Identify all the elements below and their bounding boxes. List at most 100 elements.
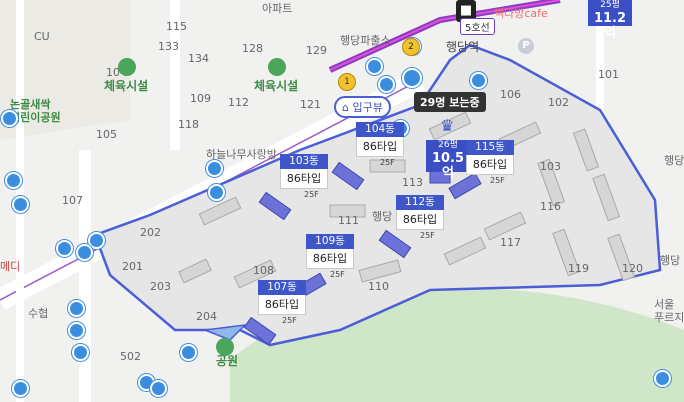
price-main-value: 10.5억: [431, 151, 465, 181]
label-suwon: 수협: [28, 307, 49, 320]
bus-stop-icon[interactable]: [68, 300, 85, 317]
map-canvas[interactable]: 아파트 CU 체육시설 체육시설 행당파출소 행당역 논골새싹 어린이공원 하늘…: [0, 0, 684, 402]
building-number: 201: [122, 260, 143, 273]
building-number: 111: [338, 214, 359, 227]
bus-stop-icon[interactable]: [12, 196, 29, 213]
label-community-center: 행당파출소: [340, 34, 391, 47]
map-base-layer: [0, 0, 684, 402]
price-main-pyeong: 26평: [438, 140, 458, 150]
building-number: 108: [253, 264, 274, 277]
label-station: 행당역: [446, 40, 480, 54]
home-icon: ⌂: [342, 101, 353, 114]
building-number: 204: [196, 310, 217, 323]
building-number: 110: [368, 280, 389, 293]
building-number: 112: [228, 96, 249, 109]
building-number: 117: [500, 236, 521, 249]
label-medical: 메디: [0, 260, 21, 273]
dong-label: 109동: [306, 234, 354, 249]
bus-stop-icon[interactable]: [654, 370, 671, 387]
bus-stop-icon[interactable]: [378, 76, 395, 93]
floor-label: 25F: [304, 190, 319, 199]
type-label: 86타입: [306, 249, 354, 269]
building-number: 119: [568, 262, 589, 275]
building-tag-107[interactable]: 107동 86타입 25F: [258, 280, 306, 325]
building-number: 133: [158, 40, 179, 53]
price-topright[interactable]: 25평 11.2억: [588, 0, 632, 41]
dong-label: 107동: [258, 280, 306, 295]
floor-label: 25F: [420, 231, 435, 240]
building-tag-112[interactable]: 112동 86타입 25F: [396, 195, 444, 240]
building-number: 109: [190, 92, 211, 105]
bus-station-marker-icon[interactable]: [402, 68, 422, 88]
building-number: 113: [402, 176, 423, 189]
building-number: 502: [120, 350, 141, 363]
building-number: 102: [548, 96, 569, 109]
park-icon: [216, 338, 234, 356]
building-tag-109[interactable]: 109동 86타입 25F: [306, 234, 354, 279]
exit-number-1[interactable]: 1: [338, 73, 356, 91]
building-tag-115[interactable]: 115동 86타입 25F: [466, 140, 514, 185]
building-number: 129: [306, 44, 327, 57]
viewers-count-badge: 29명 보는중: [414, 92, 486, 112]
building-number: 202: [140, 226, 161, 239]
floor-label: 25F: [282, 316, 297, 325]
bus-stop-icon[interactable]: [366, 58, 383, 75]
bus-stop-icon[interactable]: [5, 172, 22, 189]
building-number: 120: [622, 262, 643, 275]
label-haengdang-inner: 행당: [372, 210, 393, 223]
parking-icon[interactable]: P: [518, 38, 534, 54]
bus-stop-icon[interactable]: [208, 184, 225, 201]
bus-stop-icon[interactable]: [76, 244, 93, 261]
building-number: 115: [166, 20, 187, 33]
bus-stop-icon[interactable]: [72, 344, 89, 361]
bus-stop-icon[interactable]: [12, 380, 29, 397]
exit-number-2[interactable]: 2: [402, 38, 420, 56]
entry-view-label: 입구뷰: [352, 101, 383, 114]
bus-stop-icon[interactable]: [56, 240, 73, 257]
crown-icon: ♛: [440, 116, 455, 135]
type-label: 86타입: [396, 210, 444, 230]
building-number: 103: [540, 160, 561, 173]
label-cu: CU: [34, 30, 50, 43]
bus-stop-icon[interactable]: [206, 160, 223, 177]
dong-label: 104동: [356, 122, 404, 137]
cafe-label: 빽다방cafe: [494, 7, 548, 20]
price-topright-value: 11.2억: [593, 11, 627, 41]
floor-label: 25F: [380, 158, 395, 167]
building-number: 106: [500, 88, 521, 101]
dong-label: 115동: [466, 140, 514, 155]
building-tag-104[interactable]: 104동 86타입 25F: [356, 122, 404, 167]
building-number: 121: [300, 98, 321, 111]
building-number: 128: [242, 42, 263, 55]
floor-label: 25F: [330, 270, 345, 279]
bus-stop-icon[interactable]: [150, 380, 167, 397]
label-apartment-top: 아파트: [262, 2, 293, 15]
entry-view-button[interactable]: ⌂ 입구뷰: [334, 96, 391, 118]
dong-label: 103동: [280, 154, 328, 169]
bus-stop-icon[interactable]: [68, 322, 85, 339]
building-number: 116: [540, 200, 561, 213]
floor-label: 25F: [490, 176, 505, 185]
type-label: 86타입: [258, 295, 306, 315]
bus-stop-icon[interactable]: [1, 110, 18, 127]
label-haengdang-right2: 행당: [660, 254, 681, 267]
type-label: 86타입: [466, 155, 514, 175]
bus-stop-icon[interactable]: [470, 72, 487, 89]
bus-stop-icon[interactable]: [180, 344, 197, 361]
building-number: 107: [62, 194, 83, 207]
label-haengdang-right: 행당: [664, 154, 684, 167]
label-sports-right: 체육시설: [254, 79, 299, 93]
type-label: 86타입: [280, 169, 328, 189]
line5-label: 5호선: [460, 18, 495, 35]
building-number: 134: [188, 52, 209, 65]
dong-label: 112동: [396, 195, 444, 210]
sports-facility-icon: [118, 58, 136, 76]
building-tag-103[interactable]: 103동 86타입 25F: [280, 154, 328, 199]
price-topright-pyeong: 25평: [600, 0, 620, 10]
price-main[interactable]: 26평 10.5억: [426, 140, 470, 181]
building-number: 105: [96, 128, 117, 141]
sports-facility-icon: [268, 58, 286, 76]
building-number: 118: [178, 118, 199, 131]
label-seoul-right: 서울 푸르지: [654, 298, 684, 324]
building-number: 101: [598, 68, 619, 81]
